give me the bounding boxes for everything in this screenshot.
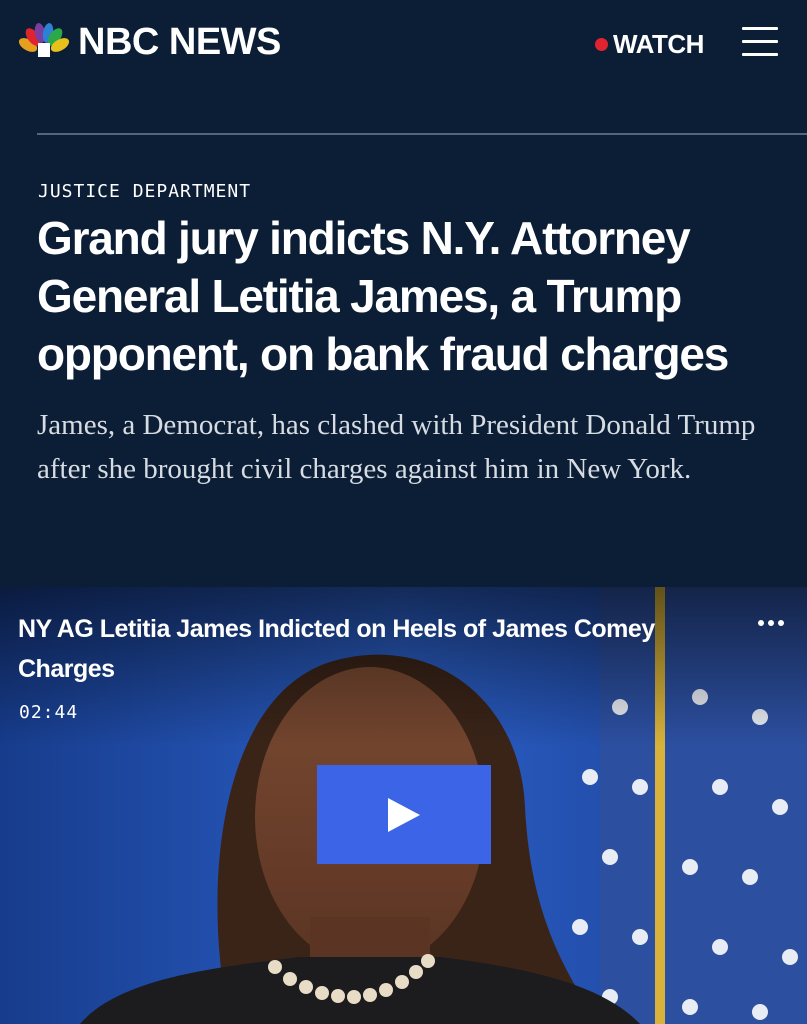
article-dek: James, a Democrat, has clashed with Pres… (37, 409, 756, 485)
hamburger-menu-icon[interactable] (742, 27, 778, 57)
video-title: NY AG Letitia James Indicted on Heels of… (18, 615, 655, 683)
watch-label: WATCH (613, 29, 704, 59)
section-label[interactable]: JUSTICE DEPARTMENT (38, 181, 251, 202)
more-options-icon[interactable] (756, 615, 786, 631)
play-icon (388, 798, 420, 832)
video-duration: 02:44 (19, 702, 79, 723)
article-headline: Grand jury indicts N.Y. Attorney General… (37, 212, 729, 380)
live-dot-icon (595, 37, 608, 51)
site-header: NBC NEWS WATCH (0, 0, 807, 90)
video-player[interactable]: NY AG Letitia James Indicted on Heels of… (0, 587, 807, 1024)
header-divider (37, 133, 807, 135)
menu-line (742, 27, 778, 30)
play-button[interactable] (317, 765, 491, 864)
nbc-news-logo[interactable]: NBC NEWS (18, 22, 281, 62)
watch-button[interactable]: WATCH (595, 30, 704, 58)
logo-text: NBC NEWS (78, 21, 281, 63)
nbc-peacock-icon (18, 23, 70, 57)
menu-line (742, 53, 778, 56)
menu-line (742, 40, 778, 43)
